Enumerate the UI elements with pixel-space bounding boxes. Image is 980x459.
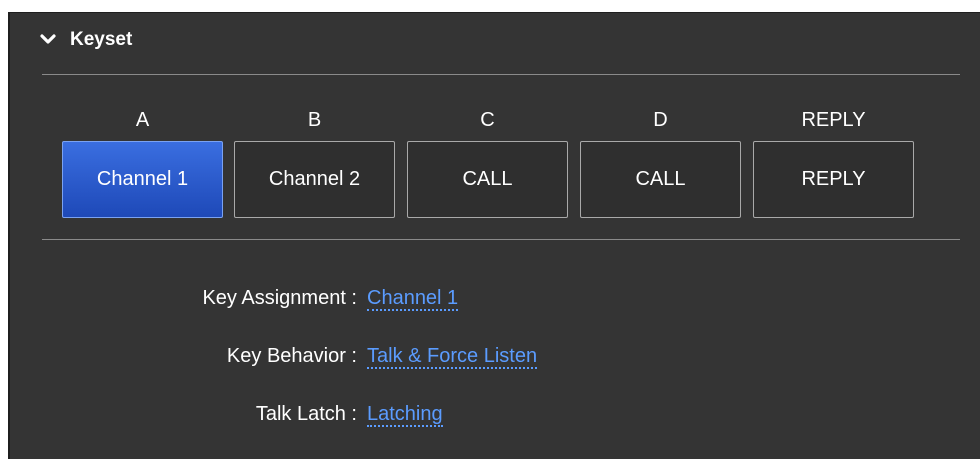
key-column-d: D CALL bbox=[580, 109, 741, 218]
key-assignment-row: Key Assignment : Channel 1 bbox=[10, 287, 710, 311]
key-letter-a: A bbox=[135, 109, 150, 131]
key-letter-c: C bbox=[480, 109, 495, 131]
keyset-header[interactable]: Keyset bbox=[40, 29, 132, 51]
key-button-reply[interactable]: REPLY bbox=[753, 141, 914, 218]
chevron-down-icon bbox=[40, 34, 56, 44]
key-column-c: C CALL bbox=[407, 109, 568, 218]
key-behavior-label: Key Behavior : bbox=[226, 345, 357, 367]
key-letter-reply: REPLY bbox=[801, 109, 866, 131]
talk-latch-value[interactable]: Latching bbox=[367, 403, 443, 427]
key-behavior-value[interactable]: Talk & Force Listen bbox=[367, 345, 538, 369]
key-column-a: A Channel 1 bbox=[62, 109, 223, 218]
divider-bottom bbox=[42, 239, 960, 240]
talk-latch-label: Talk Latch : bbox=[255, 403, 357, 425]
key-button-c[interactable]: CALL bbox=[407, 141, 568, 218]
key-button-a[interactable]: Channel 1 bbox=[62, 141, 223, 218]
keyset-title: Keyset bbox=[70, 29, 133, 50]
key-column-b: B Channel 2 bbox=[234, 109, 395, 218]
divider-top bbox=[42, 74, 960, 75]
key-letter-b: B bbox=[307, 109, 322, 131]
key-button-b[interactable]: Channel 2 bbox=[234, 141, 395, 218]
key-behavior-row: Key Behavior : Talk & Force Listen bbox=[10, 345, 710, 369]
keyset-panel: Keyset A Channel 1 B Channel 2 C CALL D … bbox=[8, 12, 980, 459]
talk-latch-row: Talk Latch : Latching bbox=[10, 403, 710, 427]
key-assignment-label: Key Assignment : bbox=[202, 287, 357, 309]
key-column-reply: REPLY REPLY bbox=[753, 109, 914, 218]
key-letter-d: D bbox=[653, 109, 668, 131]
key-assignment-value[interactable]: Channel 1 bbox=[367, 287, 459, 311]
key-button-d[interactable]: CALL bbox=[580, 141, 741, 218]
